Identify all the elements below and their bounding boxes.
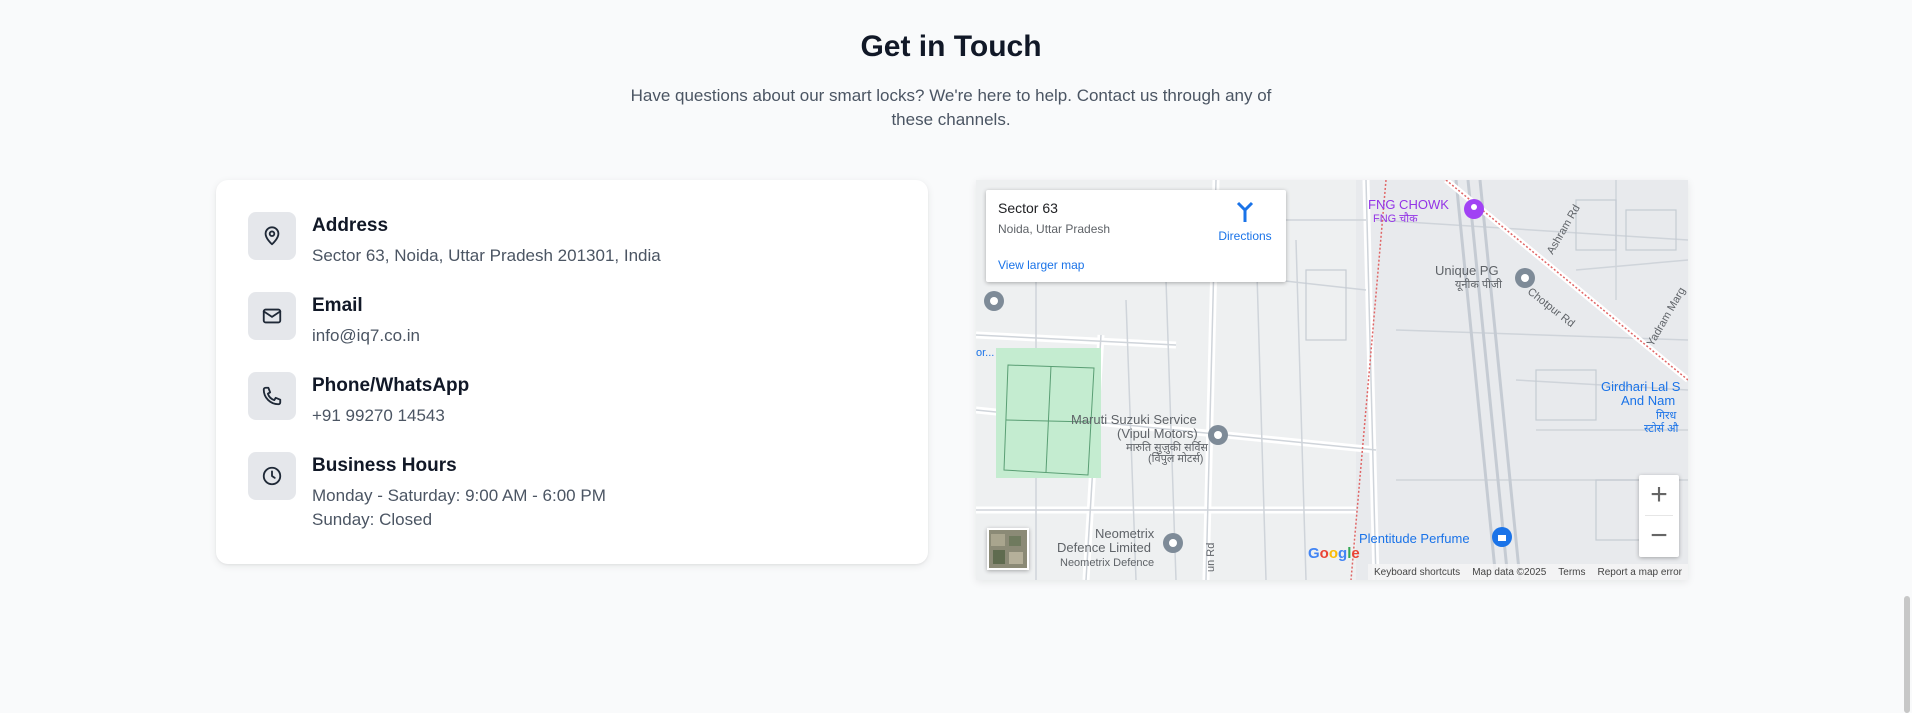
zoom-out-button[interactable]: − bbox=[1639, 516, 1679, 556]
map-label-maruti-1: Maruti Suzuki Service bbox=[1071, 412, 1197, 427]
map-label-fng-chowk: FNG CHOWK bbox=[1368, 197, 1449, 212]
poi-pin-icon[interactable] bbox=[1162, 532, 1184, 554]
map-label-left-cut: or... bbox=[976, 347, 995, 359]
contact-item-address: Address Sector 63, Noida, Uttar Pradesh … bbox=[248, 212, 661, 268]
map-label-girdhari-2: And Nam bbox=[1621, 393, 1676, 408]
map-label-neometrix-1: Neometrix bbox=[1095, 526, 1155, 541]
satellite-toggle[interactable] bbox=[987, 528, 1029, 570]
map-label-girdhari-hi-1: गिरध bbox=[1656, 410, 1677, 422]
map-label-plentitude: Plentitude Perfume bbox=[1359, 531, 1470, 546]
address-value: Sector 63, Noida, Uttar Pradesh 201301, … bbox=[312, 246, 661, 265]
place-info-card: Sector 63 Noida, Uttar Pradesh View larg… bbox=[986, 190, 1286, 282]
keyboard-shortcuts-link[interactable]: Keyboard shortcuts bbox=[1374, 567, 1460, 578]
map-label-neometrix-2: Defence Limited bbox=[1057, 540, 1151, 555]
phone-icon bbox=[248, 372, 296, 420]
map-label-girdhari-hi-2: स्टोर्स औ bbox=[1644, 423, 1679, 435]
satellite-thumbnail-icon bbox=[989, 530, 1027, 568]
map-label-fng-chowk-hi: FNG चौक bbox=[1373, 213, 1418, 225]
contact-item-email: Email info@iq7.co.in bbox=[248, 292, 420, 348]
shopping-pin-icon[interactable] bbox=[1491, 526, 1513, 548]
map-label-girdhari-1: Girdhari Lal S bbox=[1601, 379, 1681, 394]
place-subtitle: Noida, Uttar Pradesh bbox=[998, 222, 1111, 236]
map-pin-icon bbox=[248, 212, 296, 260]
directions-label: Directions bbox=[1218, 229, 1272, 243]
poi-pin-icon[interactable] bbox=[983, 290, 1005, 312]
contact-item-hours: Business Hours Monday - Saturday: 9:00 A… bbox=[248, 452, 606, 532]
map-data-text: Map data ©2025 bbox=[1472, 566, 1547, 578]
hours-weekdays: Monday - Saturday: 9:00 AM - 6:00 PM bbox=[312, 486, 606, 505]
poi-pin-icon[interactable] bbox=[1207, 424, 1229, 446]
mail-icon bbox=[248, 292, 296, 340]
page-scrollbar[interactable] bbox=[1902, 0, 1912, 713]
directions-icon bbox=[1236, 201, 1254, 222]
contact-info-card: Address Sector 63, Noida, Uttar Pradesh … bbox=[216, 180, 928, 564]
page-title: Get in Touch bbox=[860, 30, 1042, 63]
page-subtitle: Have questions about our smart locks? We… bbox=[630, 86, 1272, 129]
report-map-error-link[interactable]: Report a map error bbox=[1598, 567, 1682, 578]
place-title: Sector 63 bbox=[998, 200, 1058, 216]
email-value[interactable]: info@iq7.co.in bbox=[312, 324, 420, 348]
map-label-maruti-hi-2: (विपुल मोटर्स) bbox=[1148, 453, 1204, 465]
map-label-unique-pg-hi: यूनीक पीजी bbox=[1455, 279, 1502, 291]
zoom-controls: + − bbox=[1639, 475, 1679, 557]
address-label: Address bbox=[312, 215, 389, 236]
map-label-maruti-2: (Vipul Motors) bbox=[1117, 426, 1198, 441]
embedded-map[interactable]: Sector 63 Noida, Uttar Pradesh View larg… bbox=[976, 180, 1688, 580]
google-logo: Google bbox=[1308, 545, 1360, 562]
zoom-in-button[interactable]: + bbox=[1639, 475, 1679, 515]
phone-value[interactable]: +91 99270 14543 bbox=[312, 404, 469, 428]
terms-link[interactable]: Terms bbox=[1558, 567, 1585, 578]
view-larger-map-link[interactable]: View larger map bbox=[998, 258, 1084, 272]
map-attribution: Keyboard shortcuts Map data ©2025 Terms … bbox=[1368, 564, 1688, 580]
poi-pin-icon[interactable] bbox=[1463, 198, 1485, 220]
scrollbar-thumb[interactable] bbox=[1904, 596, 1910, 713]
hours-sunday: Sunday: Closed bbox=[312, 510, 433, 529]
map-label-un-rd: un Rd bbox=[1205, 542, 1217, 572]
directions-button[interactable]: Directions bbox=[1210, 200, 1280, 243]
contact-item-phone: Phone/WhatsApp +91 99270 14543 bbox=[248, 372, 469, 428]
map-label-neometrix-hi: Neometrix Defence bbox=[1060, 557, 1155, 569]
clock-icon bbox=[248, 452, 296, 500]
map-label-unique-pg: Unique PG bbox=[1435, 263, 1499, 278]
hours-label: Business Hours bbox=[312, 455, 457, 476]
email-label: Email bbox=[312, 295, 363, 316]
phone-label: Phone/WhatsApp bbox=[312, 375, 470, 396]
